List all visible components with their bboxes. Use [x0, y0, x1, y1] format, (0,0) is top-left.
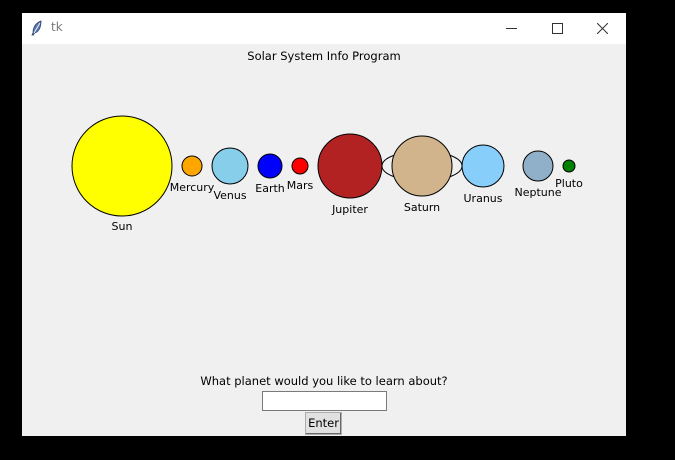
question-label: What planet would you like to learn abou… — [200, 374, 448, 388]
close-icon — [597, 23, 608, 34]
minimize-icon — [506, 28, 517, 29]
sun-circle[interactable] — [71, 115, 173, 217]
venus-label: Venus — [213, 189, 246, 202]
mars-circle[interactable] — [291, 157, 309, 175]
close-button[interactable] — [580, 13, 626, 44]
mercury-label: Mercury — [170, 181, 215, 194]
earth-circle[interactable] — [257, 153, 283, 179]
sun-label: Sun — [112, 220, 133, 233]
uranus-label: Uranus — [464, 192, 503, 205]
mercury-circle[interactable] — [181, 155, 203, 177]
saturn-circle[interactable] — [391, 135, 453, 197]
maximize-icon — [552, 23, 563, 34]
jupiter-circle[interactable] — [317, 133, 383, 199]
planets-diagram: Sun Mercury Venus Earth Mars Jupiter Sat… — [71, 115, 583, 233]
planet-input[interactable] — [262, 391, 387, 411]
venus-circle[interactable] — [211, 147, 249, 185]
pluto-circle[interactable] — [562, 159, 576, 173]
window-title: tk — [51, 20, 63, 34]
pluto-label: Pluto — [555, 177, 583, 190]
app-window: tk Solar System Info Program Sun Mercury… — [22, 13, 626, 436]
solar-system-canvas: Solar System Info Program Sun Mercury Ve… — [22, 44, 626, 436]
jupiter-label: Jupiter — [331, 203, 368, 216]
enter-button[interactable]: Enter — [305, 412, 342, 435]
minimize-button[interactable] — [489, 13, 535, 44]
neptune-circle[interactable] — [522, 150, 554, 182]
feather-icon — [31, 20, 42, 36]
title-bar[interactable]: tk — [22, 13, 626, 44]
maximize-button[interactable] — [535, 13, 581, 44]
saturn-label: Saturn — [404, 201, 440, 214]
mars-label: Mars — [287, 179, 314, 192]
earth-label: Earth — [255, 182, 285, 195]
uranus-circle[interactable] — [461, 144, 505, 188]
